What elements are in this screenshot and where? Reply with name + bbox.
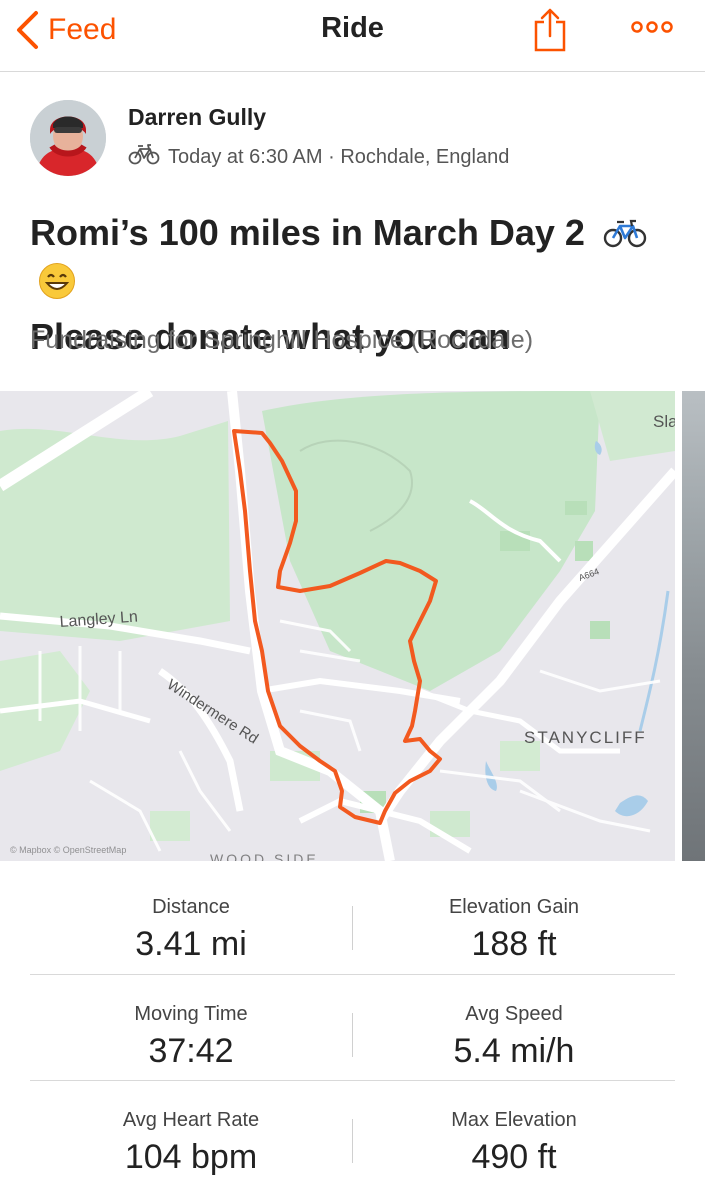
activity-description: Fundraising for Springhill Hospice (Roch… xyxy=(30,326,534,354)
activity-photo-preview[interactable] xyxy=(682,391,705,861)
top-nav-bar: Feed Ride xyxy=(0,0,705,72)
more-icon[interactable] xyxy=(630,18,674,41)
stat-label: Max Elevation xyxy=(451,1109,577,1131)
stat-value: 188 ft xyxy=(471,925,557,963)
stat-avg-heart-rate: Avg Heart Rate 104 bpm xyxy=(30,1081,352,1177)
map-label-woodside: WOOD SIDE xyxy=(210,851,319,861)
activity-meta: Today at 6:30 AM · Rochdale, England xyxy=(128,143,509,171)
stat-label: Avg Speed xyxy=(465,1003,563,1025)
stat-row: Distance 3.41 mi Elevation Gain 188 ft xyxy=(30,868,675,974)
stat-moving-time: Moving Time 37:42 xyxy=(30,975,352,1071)
route-map[interactable]: Langley Ln Windermere Rd STANYCLIFF Sla … xyxy=(0,391,675,861)
stat-value: 3.41 mi xyxy=(135,925,247,963)
map-attribution[interactable]: © Mapbox © OpenStreetMap xyxy=(10,845,126,855)
stat-avg-speed: Avg Speed 5.4 mi/h xyxy=(353,975,675,1071)
activity-time-location: Today at 6:30 AM · Rochdale, England xyxy=(168,145,510,168)
stat-value: 104 bpm xyxy=(124,1138,258,1176)
activity-stats: Distance 3.41 mi Elevation Gain 188 ft M… xyxy=(30,868,675,1186)
stat-label: Avg Heart Rate xyxy=(122,1109,260,1131)
stat-row: Moving Time 37:42 Avg Speed 5.4 mi/h xyxy=(30,974,675,1080)
park-area-west xyxy=(0,421,230,641)
page-title: Ride xyxy=(321,12,384,44)
avatar[interactable] xyxy=(30,100,106,176)
stat-label: Distance xyxy=(152,896,230,918)
grinning-face-icon xyxy=(38,262,76,312)
stat-distance: Distance 3.41 mi xyxy=(30,868,352,964)
map-label-sla: Sla xyxy=(653,412,675,431)
stat-value: 37:42 xyxy=(148,1032,234,1070)
stat-value: 5.4 mi/h xyxy=(453,1032,575,1070)
stat-label: Moving Time xyxy=(134,1003,248,1025)
athlete-name[interactable]: Darren Gully xyxy=(128,104,266,131)
stat-label: Elevation Gain xyxy=(448,896,580,918)
stat-row: Avg Heart Rate 104 bpm Max Elevation 490… xyxy=(30,1080,675,1186)
bike-emoji-icon xyxy=(603,211,647,260)
stat-value: 490 ft xyxy=(471,1138,557,1176)
stat-elevation-gain: Elevation Gain 188 ft xyxy=(353,868,675,964)
map-label-stanycliff: STANYCLIFF xyxy=(524,728,647,747)
bike-icon xyxy=(128,143,160,171)
activity-title-line1: Romi’s 100 miles in March Day 2 xyxy=(30,212,585,253)
stat-max-elevation: Max Elevation 490 ft xyxy=(353,1081,675,1177)
share-icon[interactable] xyxy=(532,6,568,57)
